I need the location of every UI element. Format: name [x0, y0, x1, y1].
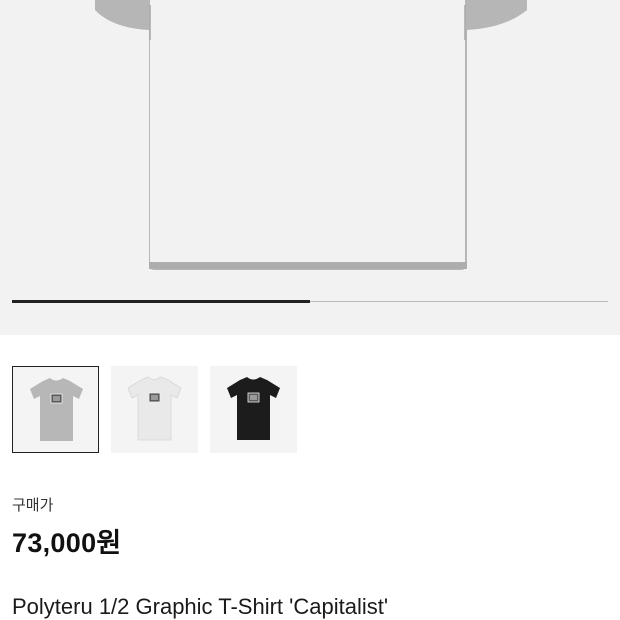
thumbnail-white-tshirt[interactable] — [111, 366, 198, 453]
price-value: 73,000원 — [12, 528, 122, 558]
gallery-progress-bar — [12, 300, 608, 303]
tshirt-thumbnail-image — [227, 377, 280, 440]
product-main-image — [95, 0, 527, 270]
thumbnail-list — [12, 366, 297, 454]
product-image-gallery[interactable] — [0, 0, 620, 335]
tshirt-shape — [95, 0, 527, 270]
tshirt-thumbnail-image — [30, 378, 83, 441]
price-label: 구매가 — [12, 497, 54, 514]
gallery-progress-fill — [12, 300, 310, 303]
tshirt-thumbnail-image — [127, 376, 182, 441]
product-name: Polyteru 1/2 Graphic T-Shirt 'Capitalist… — [12, 594, 389, 619]
thumbnail-black-tshirt[interactable] — [210, 366, 297, 453]
thumbnail-grey-tshirt[interactable] — [12, 366, 99, 453]
